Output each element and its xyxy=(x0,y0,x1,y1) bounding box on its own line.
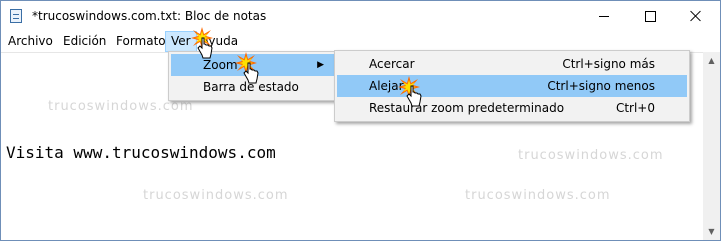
chevron-up-icon: ▲ xyxy=(708,56,715,65)
menu-edicion[interactable]: Edición xyxy=(57,31,112,52)
close-button[interactable] xyxy=(673,1,719,31)
chevron-down-icon: ▼ xyxy=(708,227,715,236)
menu-item-shortcut: Ctrl+0 xyxy=(615,101,655,115)
menu-item-alejar[interactable]: Alejar Ctrl+signo menos xyxy=(337,75,687,97)
notepad-icon xyxy=(10,9,22,23)
menu-item-label: Restaurar zoom predeterminado xyxy=(369,101,565,115)
menu-formato[interactable]: Formato xyxy=(110,31,172,52)
menu-item-label: Acercar xyxy=(369,57,415,71)
watermark-text: trucoswindows.com xyxy=(518,148,664,163)
maximize-button[interactable] xyxy=(627,1,673,31)
watermark-text: trucoswindows.com xyxy=(465,188,611,203)
title-bar[interactable]: *trucoswindows.com.txt: Bloc de notas xyxy=(1,1,720,31)
scroll-down-button[interactable]: ▼ xyxy=(703,223,720,240)
scroll-up-button[interactable]: ▲ xyxy=(703,52,720,69)
maximize-icon xyxy=(644,10,656,22)
menu-item-restaurar-zoom[interactable]: Restaurar zoom predeterminado Ctrl+0 xyxy=(337,97,687,119)
zoom-submenu: Acercar Ctrl+signo más Alejar Ctrl+signo… xyxy=(334,50,690,122)
menu-archivo[interactable]: Archivo xyxy=(2,31,59,52)
menu-item-acercar[interactable]: Acercar Ctrl+signo más xyxy=(337,53,687,75)
watermark-text: trucoswindows.com xyxy=(48,99,194,114)
hand-cursor-icon xyxy=(406,85,422,107)
hand-cursor-icon xyxy=(243,62,259,84)
vertical-scrollbar[interactable]: ▲ ▼ xyxy=(703,52,720,240)
menu-item-shortcut: Ctrl+signo más xyxy=(562,57,655,71)
menu-bar: Archivo Edición Formato Ver Ayuda xyxy=(1,31,720,52)
menu-item-shortcut: Ctrl+signo menos xyxy=(547,79,655,93)
hand-cursor-icon xyxy=(197,37,213,59)
watermark-text: trucoswindows.com xyxy=(143,188,289,203)
minimize-icon xyxy=(599,15,609,17)
close-icon xyxy=(690,10,702,22)
window-title: *trucoswindows.com.txt: Bloc de notas xyxy=(32,9,267,23)
chevron-right-icon: ▶ xyxy=(317,60,324,70)
editor-text: Visita www.trucoswindows.com xyxy=(6,143,276,162)
minimize-button[interactable] xyxy=(581,1,627,31)
